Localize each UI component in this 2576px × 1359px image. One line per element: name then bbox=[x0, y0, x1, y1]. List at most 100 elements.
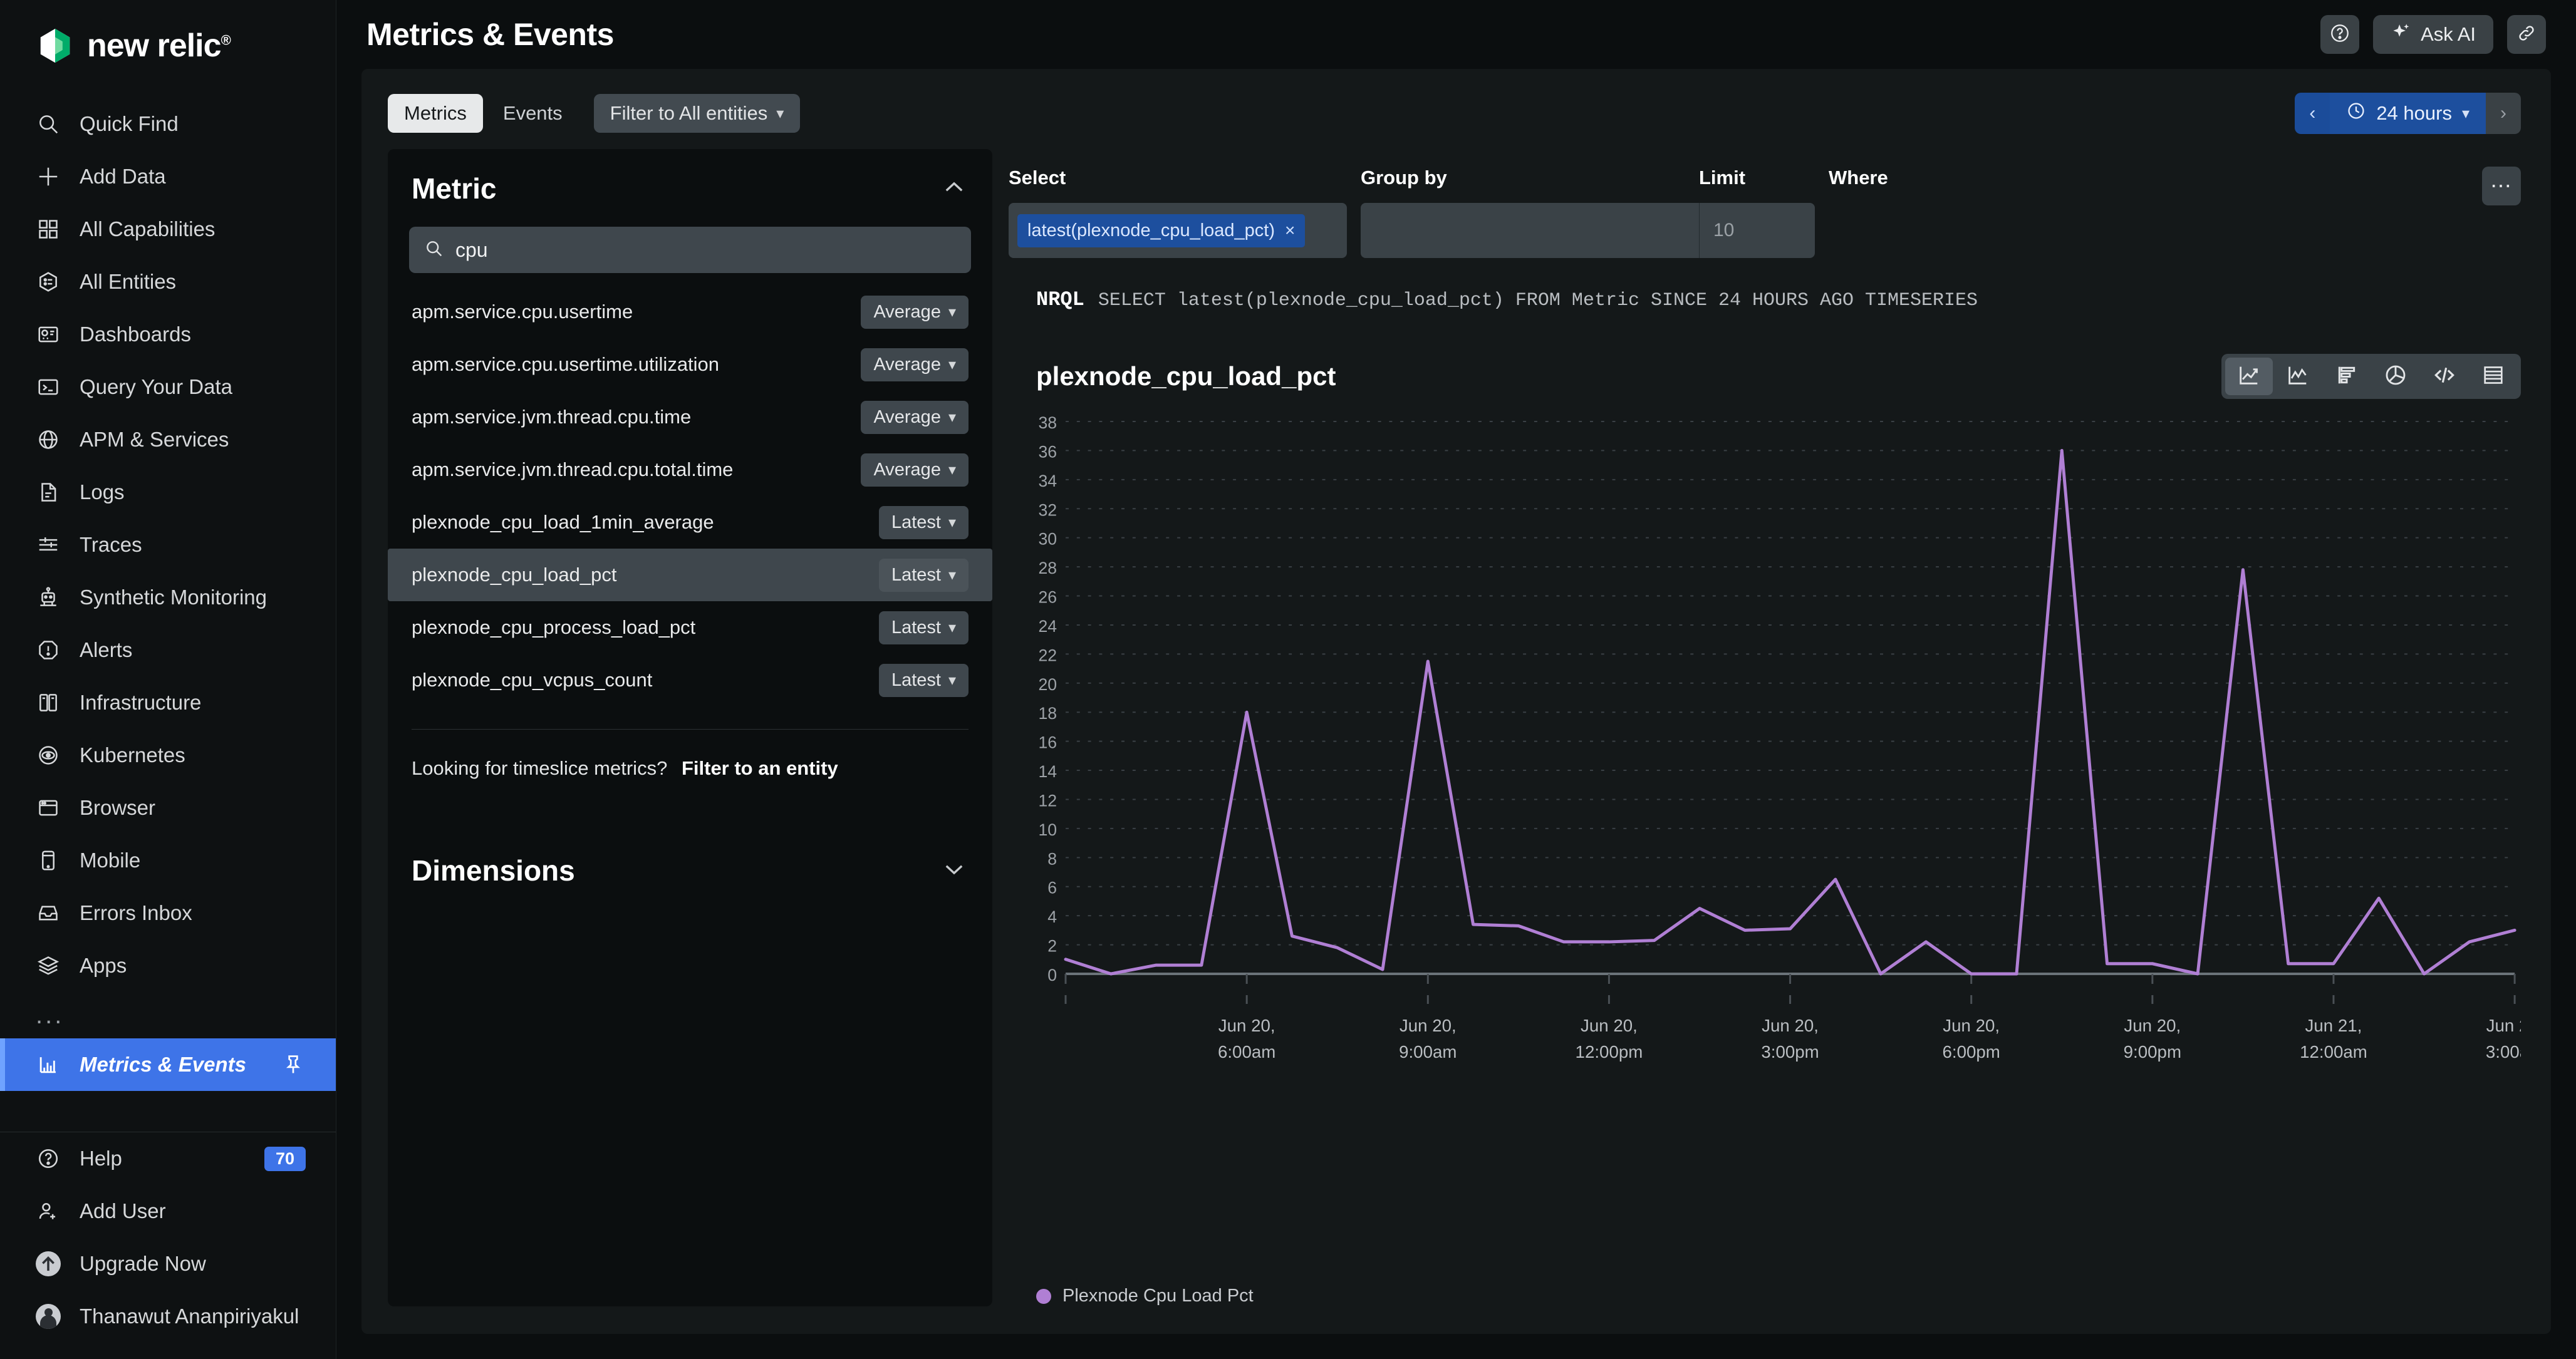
sidebar-item-help[interactable]: Help 70 bbox=[0, 1132, 336, 1185]
new-relic-logo-icon bbox=[36, 26, 75, 65]
pin-icon[interactable] bbox=[281, 1052, 306, 1077]
svg-text:16: 16 bbox=[1038, 733, 1057, 752]
browser-window-icon bbox=[36, 795, 61, 820]
sidebar-item-label: Add Data bbox=[80, 165, 166, 189]
sidebar-item-synthetic-monitoring[interactable]: Synthetic Monitoring bbox=[0, 571, 336, 624]
metric-search-box[interactable] bbox=[409, 227, 971, 273]
sidebar-item-metrics-and-events[interactable]: Metrics & Events bbox=[0, 1038, 336, 1091]
tab-events[interactable]: Events bbox=[487, 94, 579, 133]
terminal-icon bbox=[36, 375, 61, 400]
metric-row[interactable]: plexnode_cpu_load_1min_average Latest▾ bbox=[409, 496, 971, 549]
sidebar-item-infrastructure[interactable]: Infrastructure bbox=[0, 676, 336, 729]
metric-row[interactable]: apm.service.jvm.thread.cpu.total.time Av… bbox=[409, 443, 971, 496]
sidebar-item-all-entities[interactable]: All Entities bbox=[0, 256, 336, 308]
table-icon bbox=[2481, 363, 2506, 391]
sidebar-item-dashboards[interactable]: Dashboards bbox=[0, 308, 336, 361]
metric-row[interactable]: plexnode_cpu_vcpus_count Latest▾ bbox=[409, 654, 971, 706]
sidebar-item-apps[interactable]: Apps bbox=[0, 939, 336, 992]
aggregation-dropdown[interactable]: Average▾ bbox=[861, 296, 969, 329]
metric-row[interactable]: apm.service.cpu.usertime.utilization Ave… bbox=[409, 338, 971, 391]
line-chart[interactable]: 02468101214161820222426283032343638Jun 2… bbox=[1009, 410, 2521, 1080]
metrics-events-tabs: Metrics Events bbox=[388, 94, 579, 133]
aggregation-dropdown[interactable]: Latest▾ bbox=[879, 664, 969, 697]
chart-type-area-button[interactable] bbox=[2274, 358, 2322, 395]
chart-type-line-button[interactable] bbox=[2225, 358, 2273, 395]
help-button[interactable] bbox=[2320, 15, 2359, 54]
more-options-button[interactable]: ⋯ bbox=[2482, 167, 2521, 205]
main-area: Metrics & Events Ask AI Metrics Events bbox=[336, 0, 2576, 1359]
query-and-chart-panel: Select latest(plexnode_cpu_load_pct) × G… bbox=[1009, 149, 2521, 1306]
chart-type-code-button[interactable] bbox=[2421, 358, 2468, 395]
metric-row-selected[interactable]: plexnode_cpu_load_pct Latest▾ bbox=[388, 549, 992, 601]
metric-row[interactable]: apm.service.cpu.usertime Average▾ bbox=[409, 286, 971, 338]
chart-type-bar-button[interactable] bbox=[2323, 358, 2371, 395]
time-next-button[interactable]: › bbox=[2486, 93, 2521, 134]
sidebar-item-add-user[interactable]: Add User bbox=[0, 1185, 336, 1238]
time-range-button[interactable]: 24 hours ▾ bbox=[2330, 93, 2486, 134]
sidebar-overflow-button[interactable]: ... bbox=[0, 992, 336, 1038]
limit-field[interactable]: 10 bbox=[1699, 203, 1815, 258]
sidebar-item-all-capabilities[interactable]: All Capabilities bbox=[0, 203, 336, 256]
aggregation-dropdown[interactable]: Latest▾ bbox=[879, 506, 969, 539]
group-by-field[interactable] bbox=[1361, 203, 1699, 258]
nrql-query-text[interactable]: SELECT latest(plexnode_cpu_load_pct) FRO… bbox=[1098, 290, 1978, 311]
aggregation-dropdown[interactable]: Latest▾ bbox=[879, 611, 969, 644]
aggregation-label: Latest bbox=[891, 670, 941, 691]
aggregation-label: Average bbox=[873, 354, 941, 375]
select-chip[interactable]: latest(plexnode_cpu_load_pct) × bbox=[1017, 214, 1305, 247]
sidebar-item-quick-find[interactable]: Quick Find bbox=[0, 98, 336, 150]
dashboard-icon bbox=[36, 322, 61, 347]
copy-link-button[interactable] bbox=[2507, 15, 2546, 54]
sidebar-item-upgrade-now[interactable]: Upgrade Now bbox=[0, 1238, 336, 1290]
close-icon[interactable]: × bbox=[1285, 220, 1295, 240]
dimensions-panel-header[interactable]: Dimensions bbox=[409, 854, 971, 887]
brand-logo-area[interactable]: new relic® bbox=[0, 0, 336, 94]
metric-search-input[interactable] bbox=[455, 239, 956, 262]
ask-ai-button[interactable]: Ask AI bbox=[2373, 15, 2493, 54]
chart-type-table-button[interactable] bbox=[2470, 358, 2517, 395]
chevron-up-icon[interactable] bbox=[941, 174, 967, 204]
filter-to-entity-link[interactable]: Filter to an entity bbox=[682, 757, 838, 779]
tab-metrics[interactable]: Metrics bbox=[388, 94, 483, 133]
sidebar-item-add-data[interactable]: Add Data bbox=[0, 150, 336, 203]
clock-icon bbox=[2346, 101, 2366, 126]
sidebar-item-alerts[interactable]: Alerts bbox=[0, 624, 336, 676]
metric-row[interactable]: apm.service.jvm.thread.cpu.time Average▾ bbox=[409, 391, 971, 443]
filter-entities-label: Filter to All entities bbox=[610, 102, 768, 125]
sidebar-item-label: Mobile bbox=[80, 849, 140, 872]
time-prev-button[interactable]: ‹ bbox=[2295, 93, 2330, 134]
select-field[interactable]: latest(plexnode_cpu_load_pct) × bbox=[1009, 203, 1347, 258]
sidebar-item-logs[interactable]: Logs bbox=[0, 466, 336, 519]
sidebar-item-kubernetes[interactable]: Kubernetes bbox=[0, 729, 336, 782]
filter-entities-button[interactable]: Filter to All entities ▾ bbox=[594, 94, 801, 133]
time-range-picker: ‹ 24 hours ▾ › bbox=[2295, 93, 2521, 134]
aggregation-dropdown[interactable]: Latest▾ bbox=[879, 559, 969, 592]
sidebar-item-label: All Entities bbox=[80, 270, 176, 294]
sidebar-item-query-your-data[interactable]: Query Your Data bbox=[0, 361, 336, 413]
sidebar-item-browser[interactable]: Browser bbox=[0, 782, 336, 834]
sidebar-item-apm-services[interactable]: APM & Services bbox=[0, 413, 336, 466]
svg-text:12: 12 bbox=[1038, 791, 1057, 810]
link-icon bbox=[2516, 23, 2537, 47]
aggregation-dropdown[interactable]: Average▾ bbox=[861, 348, 969, 381]
metric-list: apm.service.cpu.usertime Average▾ apm.se… bbox=[409, 286, 971, 706]
svg-text:28: 28 bbox=[1038, 559, 1057, 577]
svg-text:32: 32 bbox=[1038, 500, 1057, 519]
sidebar-item-label: Traces bbox=[80, 533, 142, 557]
sidebar-item-traces[interactable]: Traces bbox=[0, 519, 336, 571]
sidebar-item-user-profile[interactable]: Thanawut Ananpiriyakul bbox=[0, 1290, 336, 1343]
aggregation-dropdown[interactable]: Average▾ bbox=[861, 453, 969, 487]
sidebar: new relic® Quick Find Add Data All Capab… bbox=[0, 0, 336, 1359]
svg-text:2: 2 bbox=[1047, 936, 1057, 955]
chart-container: 02468101214161820222426283032343638Jun 2… bbox=[1009, 410, 2521, 1268]
chevron-down-icon[interactable] bbox=[941, 856, 967, 886]
limit-value: 10 bbox=[1713, 220, 1734, 241]
sidebar-item-mobile[interactable]: Mobile bbox=[0, 834, 336, 887]
aggregation-dropdown[interactable]: Average▾ bbox=[861, 401, 969, 434]
svg-text:Jun 21,: Jun 21, bbox=[2486, 1016, 2521, 1035]
sidebar-item-errors-inbox[interactable]: Errors Inbox bbox=[0, 887, 336, 939]
svg-text:24: 24 bbox=[1038, 617, 1057, 636]
metric-row[interactable]: plexnode_cpu_process_load_pct Latest▾ bbox=[409, 601, 971, 654]
sidebar-item-label: Apps bbox=[80, 954, 127, 978]
chart-type-pie-button[interactable] bbox=[2372, 358, 2419, 395]
